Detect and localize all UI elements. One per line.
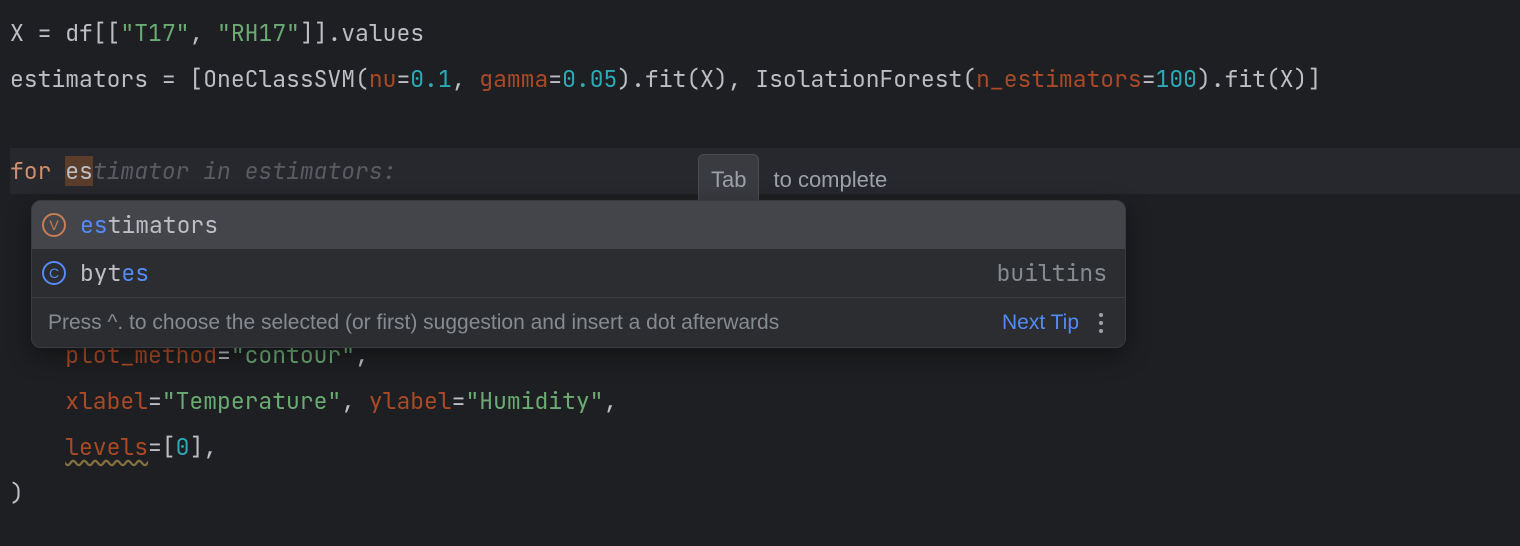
tip-text: Press ^. to choose the selected (or firs…: [48, 311, 988, 335]
ghost-completion: timator in estimators:: [93, 156, 397, 186]
class-icon: C: [42, 261, 66, 285]
autocomplete-footer: Press ^. to choose the selected (or firs…: [32, 297, 1125, 347]
hint-text: to complete: [773, 157, 887, 203]
code-line: xlabel="Temperature", ylabel="Humidity",: [10, 378, 1520, 424]
code-line: X = df[["T17", "RH17"]].values: [10, 10, 1520, 56]
suggestion-text: estimators: [80, 210, 1107, 240]
code-line: [10, 102, 1520, 148]
suggestion-tail: builtins: [997, 258, 1107, 288]
autocomplete-item[interactable]: V estimators: [32, 201, 1125, 249]
variable-icon: V: [42, 213, 66, 237]
code-line-current[interactable]: for estimator in estimators: Tab to comp…: [10, 148, 1520, 194]
suggestion-text: bytes: [80, 258, 997, 288]
autocomplete-item[interactable]: C bytes builtins: [32, 249, 1125, 297]
key-chip-tab: Tab: [698, 154, 759, 206]
kebab-icon[interactable]: [1093, 313, 1109, 333]
autocomplete-popup[interactable]: V estimators C bytes builtins Press ^. t…: [31, 200, 1126, 348]
next-tip-link[interactable]: Next Tip: [1002, 311, 1079, 335]
inline-hint: Tab to complete: [698, 154, 887, 206]
typed-text: es: [65, 156, 93, 186]
code-editor[interactable]: X = df[["T17", "RH17"]].values estimator…: [0, 0, 1520, 516]
code-line: ): [10, 470, 1520, 516]
code-line: levels=[0],: [10, 424, 1520, 470]
code-line: estimators = [OneClassSVM(nu=0.1, gamma=…: [10, 56, 1520, 102]
